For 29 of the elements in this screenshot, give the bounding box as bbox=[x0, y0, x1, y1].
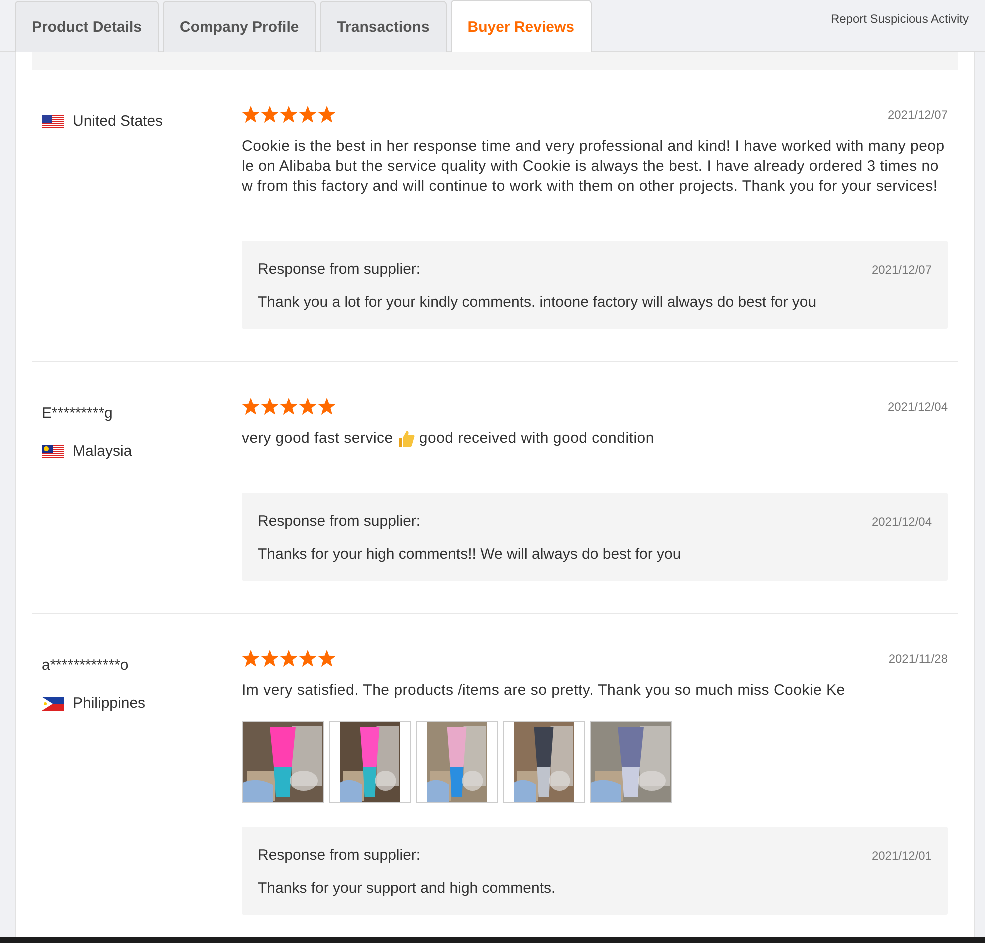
response-text: Thank you a lot for your kindly comments. intoone factory will always do best for you bbox=[258, 294, 818, 311]
response-date: 2021/12/04 bbox=[872, 514, 932, 528]
tab[interactable]: Product Details bbox=[15, 1, 160, 53]
review-date: 2021/12/07 bbox=[888, 108, 948, 122]
response-label: Response from supplier: bbox=[258, 847, 421, 864]
flag-icon bbox=[42, 444, 64, 458]
response-date: 2021/12/07 bbox=[872, 262, 932, 276]
response-text: Thanks for your high comments!! We will always do best for you bbox=[258, 546, 682, 563]
review-text: very good fast service bbox=[242, 429, 394, 449]
thumbs-up-icon bbox=[397, 430, 416, 448]
buyer-name: E*********g bbox=[42, 405, 114, 422]
review-text: Im very satisfied. The products /items are so pretty. Thank you so much miss Cookie Ke bbox=[242, 681, 846, 701]
country-name: Malaysia bbox=[73, 443, 132, 460]
country-name: United States bbox=[73, 113, 164, 130]
tab[interactable]: Transactions bbox=[320, 1, 447, 53]
review-text: Cookie is the best in her response time and very professional and kind! I have worked with many people on Alibaba but the service quality with Cookie is always the best. I have already ordered 3 times now from this factory and will continue to work with them on other projects. Thank you for your services! bbox=[242, 137, 946, 197]
report-link[interactable]: Report Suspicious Activity bbox=[830, 12, 969, 26]
country-name: Philippines bbox=[73, 695, 146, 712]
flag-icon bbox=[42, 696, 64, 710]
review-text: good received with good condition bbox=[419, 429, 654, 449]
response-text: Thanks for your support and high comments. bbox=[258, 880, 557, 897]
review-date: 2021/11/28 bbox=[888, 652, 948, 666]
tab[interactable]: Company Profile bbox=[163, 1, 316, 53]
buyer-name: a************o bbox=[42, 657, 130, 674]
response-label: Response from supplier: bbox=[258, 261, 421, 278]
response-label: Response from supplier: bbox=[258, 513, 421, 530]
review-date: 2021/12/04 bbox=[888, 400, 948, 414]
response-date: 2021/12/01 bbox=[872, 848, 932, 862]
flag-icon bbox=[42, 114, 64, 128]
